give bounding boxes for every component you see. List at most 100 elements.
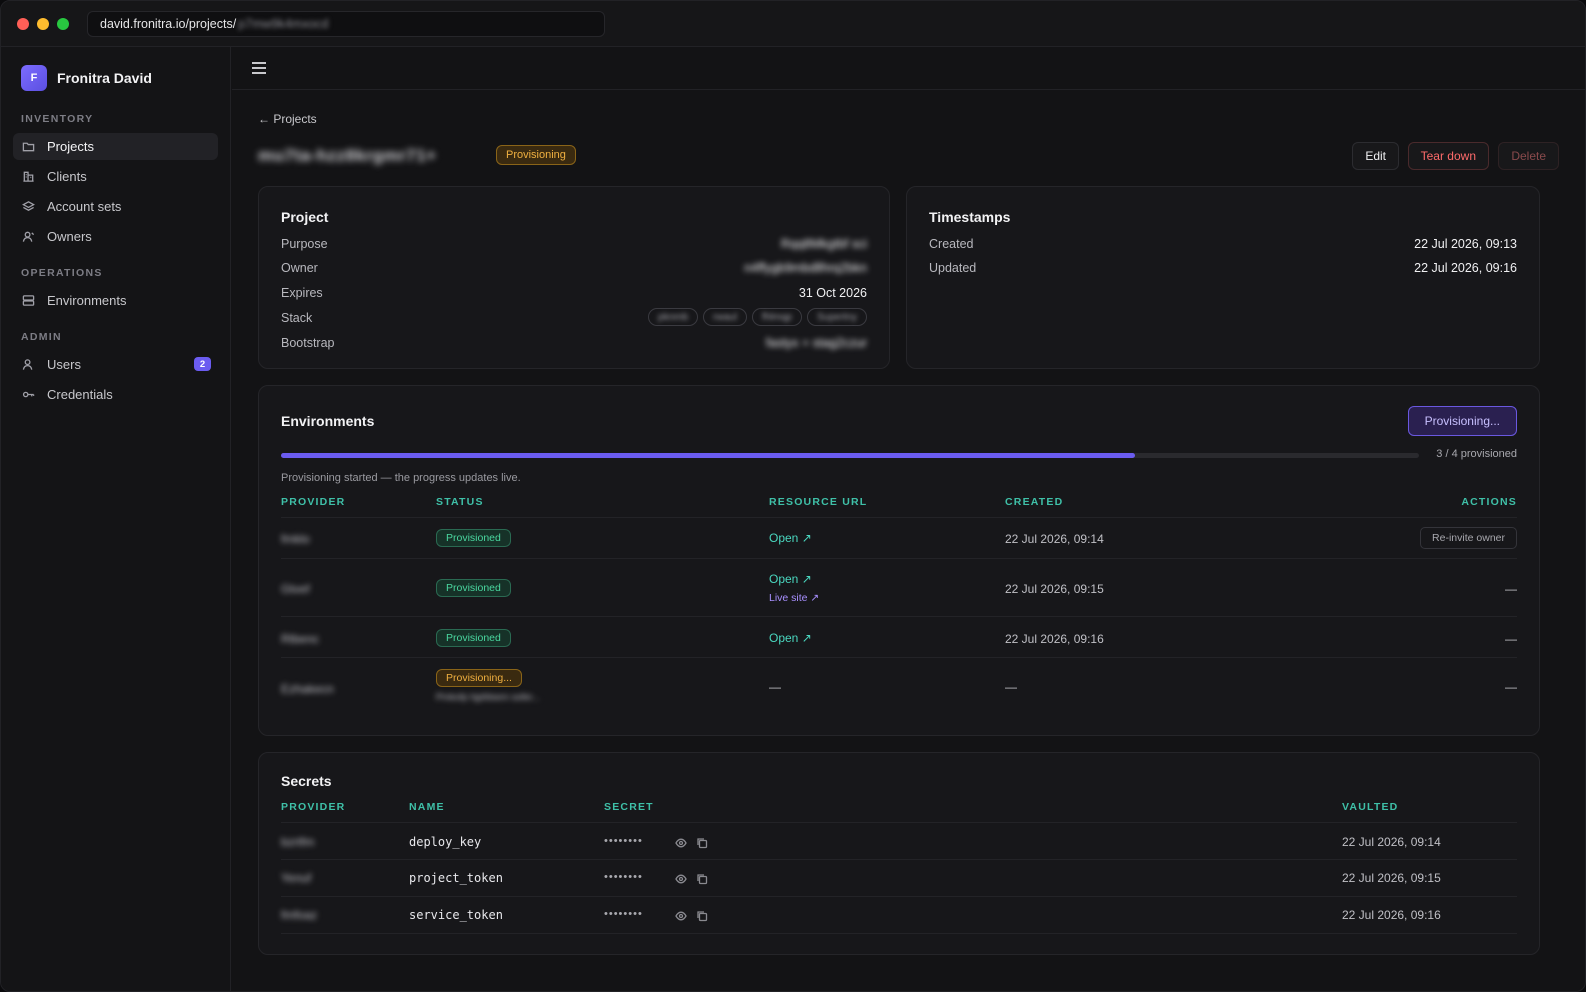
stack-row: Stack pknmb rwaul fhlmqp Supertny — [281, 308, 867, 331]
created-value: 22 Jul 2026, 09:13 — [1414, 237, 1517, 251]
status-badge: Provisioning — [496, 145, 576, 165]
column-header-actions: ACTIONS — [1461, 496, 1517, 508]
secret-name: project_token — [409, 871, 503, 885]
delete-button[interactable]: Delete — [1498, 142, 1559, 170]
sidebar-item-clients[interactable]: Clients — [13, 163, 218, 190]
breadcrumb-back-link[interactable]: ← Projects — [258, 112, 317, 126]
expires-row: Expires 31 Oct 2026 — [281, 286, 867, 306]
provisioning-progress-bar — [281, 453, 1419, 458]
sidebar-item-label: Credentials — [47, 387, 113, 402]
copy-icon[interactable] — [696, 837, 708, 849]
vaulted-cell: 22 Jul 2026, 09:16 — [1342, 908, 1441, 922]
minimize-window-button[interactable] — [37, 17, 49, 30]
purpose-label: Purpose — [281, 237, 328, 251]
sidebar-item-environments[interactable]: Environments — [13, 287, 218, 314]
column-header-provider: PROVIDER — [281, 801, 346, 813]
sidebar-item-credentials[interactable]: Credentials — [13, 381, 218, 408]
stack-chip: pknmb — [648, 308, 699, 326]
folder-icon — [22, 142, 35, 152]
server-icon — [22, 295, 35, 306]
sidebar-item-users[interactable]: Users 2 — [13, 351, 218, 378]
page-header: mu7ta-hzz8krgmr71+ Provisioning Edit Tea… — [258, 142, 1559, 172]
environments-card: Environments Provisioning... 3 / 4 provi… — [258, 385, 1540, 736]
stack-chips: pknmb rwaul fhlmqp Supertny — [648, 308, 867, 326]
owner-link[interactable]: n4ffygb9mbdllhrq2bkn — [744, 261, 867, 275]
status-badge: Provisioned — [436, 529, 511, 547]
provider-name: Gtvef — [281, 582, 310, 596]
owner-row: Owner n4ffygb9mbdllhrq2bkn — [281, 261, 867, 281]
brand-name: Fronitra David — [57, 70, 152, 86]
tear-down-button[interactable]: Tear down — [1407, 142, 1489, 170]
provider-name: Yenuf — [281, 871, 312, 885]
stack-chip: Supertny — [806, 308, 867, 326]
bootstrap-label: Bootstrap — [281, 336, 335, 350]
timestamps-card-title: Timestamps — [929, 209, 1011, 225]
status-badge: Provisioning... — [436, 669, 522, 687]
sidebar-item-owners[interactable]: Owners — [13, 223, 218, 250]
menu-icon[interactable] — [252, 62, 266, 74]
created-cell: — — [1005, 680, 1017, 694]
stack-chip: rwaul — [703, 308, 747, 326]
provisioning-button[interactable]: Provisioning... — [1407, 406, 1517, 436]
column-header-created: CREATED — [1005, 496, 1064, 508]
owner-label: Owner — [281, 261, 318, 275]
reveal-eye-icon[interactable] — [675, 837, 687, 849]
vaulted-cell: 22 Jul 2026, 09:14 — [1342, 835, 1441, 849]
brand[interactable]: F Fronitra David — [1, 47, 230, 109]
status-badge: Provisioned — [436, 579, 511, 597]
secret-value-masked: •••••••• — [604, 871, 643, 883]
reinvite-owner-button[interactable]: Re-invite owner — [1420, 527, 1517, 549]
open-resource-link[interactable]: Open ↗ — [769, 572, 812, 586]
purpose-value: Rqq8Mkgtbf sci — [780, 237, 867, 251]
user-icon — [22, 359, 33, 370]
url-prefix: david.fronitra.io/projects/ — [100, 16, 237, 31]
close-window-button[interactable] — [17, 17, 29, 30]
sidebar-item-projects[interactable]: Projects — [13, 133, 218, 160]
progress-fill — [281, 453, 1135, 458]
updated-row: Updated 22 Jul 2026, 09:16 — [929, 261, 1517, 281]
environments-card-title: Environments — [281, 413, 375, 429]
column-header-name: NAME — [409, 801, 445, 813]
live-site-link[interactable]: Live site ↗ — [769, 592, 819, 604]
users-count-badge: 2 — [194, 357, 211, 371]
secrets-card: Secrets PROVIDER NAME SECRET VAULTED bzr… — [258, 752, 1540, 955]
topbar — [232, 47, 1585, 90]
column-header-provider: PROVIDER — [281, 496, 346, 508]
maximize-window-button[interactable] — [57, 17, 69, 30]
edit-button[interactable]: Edit — [1352, 142, 1399, 170]
sidebar-item-label: Projects — [47, 139, 94, 154]
main-content: ← Projects mu7ta-hzz8krgmr71+ Provisioni… — [232, 90, 1585, 991]
secret-name: service_token — [409, 908, 503, 922]
sidebar-item-account-sets[interactable]: Account sets — [13, 193, 218, 220]
project-card: Project Purpose Rqq8Mkgtbf sci Owner n4f… — [258, 186, 890, 369]
nav-section-admin: ADMIN — [21, 331, 62, 343]
owner-icon — [22, 231, 35, 242]
updated-value: 22 Jul 2026, 09:16 — [1414, 261, 1517, 275]
open-resource-link[interactable]: Open ↗ — [769, 631, 812, 645]
created-row: Created 22 Jul 2026, 09:13 — [929, 237, 1517, 257]
layers-icon — [22, 201, 35, 211]
column-header-resource-url: RESOURCE URL — [769, 496, 868, 508]
created-cell: 22 Jul 2026, 09:14 — [1005, 532, 1104, 546]
secret-value-masked: •••••••• — [604, 835, 643, 847]
copy-icon[interactable] — [696, 910, 708, 922]
copy-icon[interactable] — [696, 873, 708, 885]
reveal-eye-icon[interactable] — [675, 873, 687, 885]
nav-section-inventory: INVENTORY — [21, 113, 94, 125]
actions-cell: — — [1505, 582, 1517, 596]
window-controls — [17, 17, 69, 30]
provider-name: fmklo — [281, 532, 310, 546]
reveal-eye-icon[interactable] — [675, 910, 687, 922]
secrets-card-title: Secrets — [281, 773, 332, 789]
address-bar[interactable]: david.fronitra.io/projects/ p7mw9k4mxocd — [87, 10, 605, 37]
created-label: Created — [929, 237, 974, 251]
brand-logo: F — [21, 65, 47, 91]
sidebar: F Fronitra David INVENTORY Projects Clie… — [1, 47, 231, 991]
stack-chip: fhlmqp — [751, 308, 802, 326]
status-detail: Pmkxfp hjpfdsem sofer... — [436, 692, 541, 703]
created-cell: 22 Jul 2026, 09:16 — [1005, 632, 1104, 646]
sidebar-item-label: Owners — [47, 229, 92, 244]
open-resource-link[interactable]: Open ↗ — [769, 531, 812, 545]
actions-cell: — — [1505, 632, 1517, 646]
building-icon — [23, 171, 34, 182]
